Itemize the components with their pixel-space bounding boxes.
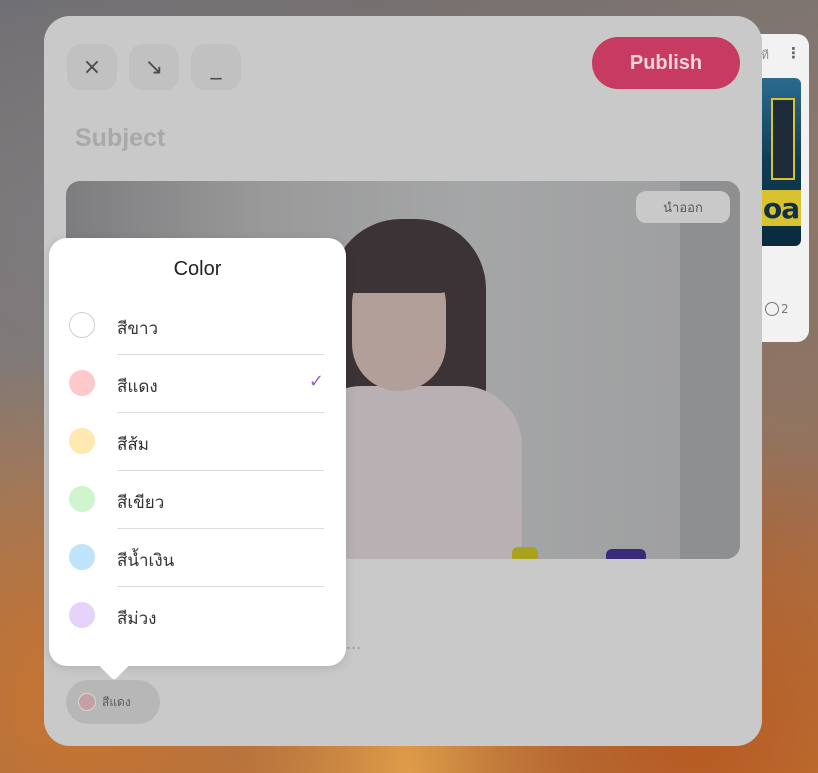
- checkmark-icon: ✓: [308, 371, 324, 392]
- color-swatch-icon: [69, 370, 95, 396]
- close-button[interactable]: ×: [67, 44, 117, 90]
- background-card-text: ที: [761, 48, 769, 62]
- color-option[interactable]: สีเขียว: [49, 471, 346, 529]
- color-option-label: สีเขียว: [117, 493, 165, 513]
- color-selector-button[interactable]: สีแดง: [66, 680, 160, 724]
- minimize-button[interactable]: _: [191, 44, 241, 90]
- color-option[interactable]: สีส้ม: [49, 413, 346, 471]
- color-option-label: สีน้ำเงิน: [117, 551, 175, 571]
- more-options-icon[interactable]: ⋮: [786, 44, 801, 62]
- color-swatch-icon: [69, 544, 95, 570]
- color-option[interactable]: สีขาว: [49, 297, 346, 355]
- color-option[interactable]: สีน้ำเงิน: [49, 529, 346, 587]
- color-option-label: สีขาว: [117, 319, 159, 339]
- body-input[interactable]: ...: [346, 634, 361, 653]
- color-option-label: สีม่วง: [117, 609, 157, 629]
- arrow-down-right-icon: ↘: [144, 54, 164, 80]
- close-icon: ×: [82, 54, 102, 80]
- color-picker-popover: Color สีขาว สีแดง ✓ สีส้ม สีเขียว สีน้ำเงิน สี…: [49, 238, 346, 681]
- comment-icon: [765, 302, 779, 316]
- color-swatch-icon: [69, 486, 95, 512]
- color-swatch-icon: [69, 312, 95, 338]
- color-dot-icon: [78, 693, 96, 711]
- collapse-button[interactable]: ↘: [129, 44, 179, 90]
- color-option[interactable]: สีม่วง: [49, 587, 346, 645]
- color-picker-title: Color: [173, 258, 222, 280]
- color-swatch-icon: [69, 428, 95, 454]
- selected-color-label: สีแดง: [102, 694, 131, 709]
- minimize-icon: _: [210, 54, 222, 80]
- thumbnail-text: oar: [763, 192, 801, 225]
- color-swatch-icon: [69, 602, 95, 628]
- publish-button[interactable]: Publish: [592, 37, 740, 89]
- background-card-thumbnail: oar: [757, 78, 801, 246]
- remove-media-button[interactable]: นำออก: [636, 191, 730, 223]
- color-option[interactable]: สีแดง ✓: [49, 355, 346, 413]
- comment-count-value: 2: [781, 302, 789, 316]
- comment-count: 2: [765, 302, 789, 316]
- subject-input[interactable]: Subject: [75, 124, 165, 153]
- color-option-label: สีแดง: [117, 377, 158, 397]
- color-option-label: สีส้ม: [117, 435, 149, 455]
